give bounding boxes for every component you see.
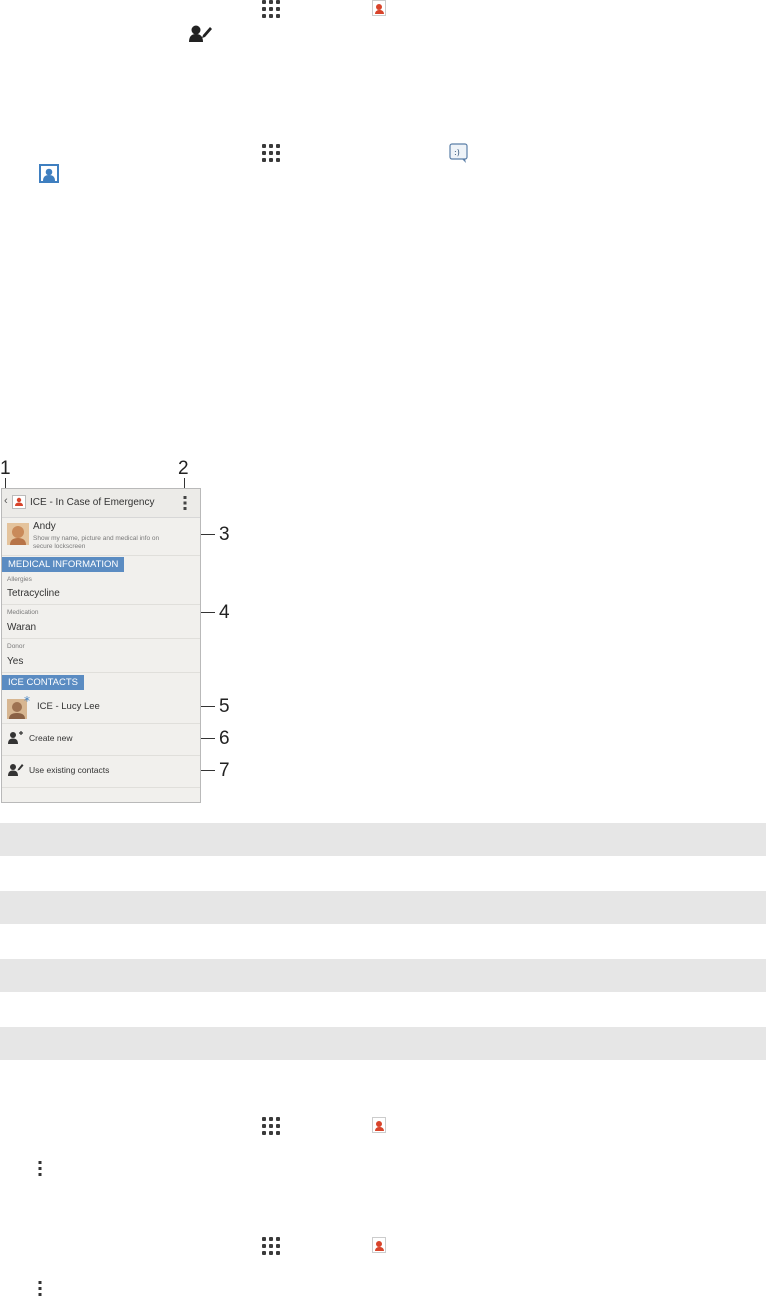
contact-card-icon [39, 164, 59, 183]
create-new-option[interactable]: Create new [29, 733, 72, 743]
apps-icon [262, 144, 280, 162]
contacts-icon [372, 1117, 386, 1133]
back-icon[interactable]: ‹ [4, 495, 8, 507]
callout-1: 1 [0, 458, 11, 479]
medical-info-header: MEDICAL INFORMATION [2, 557, 125, 572]
apps-icon [262, 1117, 280, 1135]
add-contact-icon [8, 731, 23, 744]
callout-2: 2 [178, 458, 189, 479]
callout-6: 6 [219, 728, 230, 749]
contacts-icon [372, 1237, 386, 1253]
ice-screen: ‹ ICE - In Case of Emergency Andy Show m… [1, 488, 201, 803]
owner-description-line-1: Show my name, picture and medical info o… [33, 535, 160, 542]
action-bar: ‹ ICE - In Case of Emergency [2, 489, 200, 518]
owner-description-line-2: secure lockscreen [33, 543, 86, 550]
ice-contacts-header: ICE CONTACTS [2, 675, 85, 690]
svg-text::): :) [454, 148, 460, 157]
ice-app-icon [12, 495, 26, 509]
owner-avatar [7, 523, 29, 545]
overflow-menu-icon [38, 1281, 42, 1296]
ice-contact-avatar: * [7, 695, 30, 719]
svg-text:*: * [24, 695, 30, 708]
overflow-menu-icon [38, 1161, 42, 1176]
edit-contact-icon [189, 25, 212, 42]
medication-label: Medication [7, 609, 39, 616]
callout-4: 4 [219, 602, 230, 623]
table-row [0, 959, 766, 992]
table-row [0, 1027, 766, 1060]
use-existing-option[interactable]: Use existing contacts [29, 765, 109, 775]
use-existing-icon [8, 764, 24, 776]
apps-icon [262, 1237, 280, 1255]
messaging-icon: :) [449, 143, 468, 163]
donor-label: Donor [7, 643, 25, 650]
donor-value[interactable]: Yes [7, 656, 23, 667]
callout-3: 3 [219, 524, 230, 545]
allergies-label: Allergies [7, 576, 32, 583]
callout-5: 5 [219, 696, 230, 717]
table-row [0, 891, 766, 924]
overflow-menu-icon[interactable] [182, 495, 188, 511]
ice-contact-name[interactable]: ICE - Lucy Lee [37, 701, 100, 712]
callout-7: 7 [219, 760, 230, 781]
screen-title: ICE - In Case of Emergency [30, 497, 155, 508]
owner-name: Andy [33, 521, 56, 532]
allergies-value[interactable]: Tetracycline [7, 588, 60, 599]
apps-icon [262, 0, 280, 18]
contacts-icon [372, 0, 386, 16]
table-row [0, 823, 766, 856]
medication-value[interactable]: Waran [7, 622, 36, 633]
